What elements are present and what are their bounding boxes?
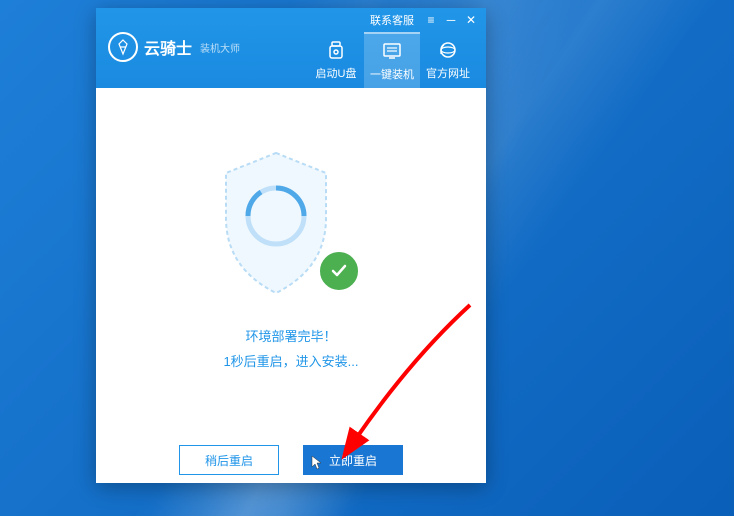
contact-support-link[interactable]: 联系客服 [370, 12, 414, 28]
nav-tabs: 启动U盘 一键装机 官方网址 [308, 32, 476, 88]
menu-icon[interactable]: ≡ [424, 13, 438, 27]
tab-label: 启动U盘 [316, 65, 357, 81]
mouse-cursor-icon [311, 455, 323, 474]
ie-icon [437, 39, 459, 61]
restart-now-button[interactable]: 立即重启 [303, 445, 403, 475]
tab-label: 官方网址 [426, 65, 470, 81]
app-window: 联系客服 ≡ ─ ✕ 云骑士 装机大师 启动U盘 一键装机 [96, 8, 486, 483]
status-message: 环境部署完毕！ [245, 326, 336, 345]
app-subtitle: 装机大师 [200, 40, 240, 55]
app-logo: 云骑士 装机大师 [108, 32, 240, 62]
content-area: 环境部署完毕！ 1秒后重启，进入安装... 稍后重启 立即重启 [96, 88, 486, 483]
tab-one-click-install[interactable]: 一键装机 [364, 32, 420, 88]
tab-label: 一键装机 [370, 66, 414, 82]
install-icon [381, 40, 403, 62]
button-label: 立即重启 [329, 452, 377, 469]
tab-boot-usb[interactable]: 启动U盘 [308, 32, 364, 88]
action-buttons: 稍后重启 立即重启 [179, 445, 403, 475]
logo-icon [108, 32, 138, 62]
minimize-icon[interactable]: ─ [444, 13, 458, 27]
app-title: 云骑士 [144, 35, 192, 59]
shield-graphic [211, 148, 371, 308]
usb-icon [325, 39, 347, 61]
titlebar: 联系客服 ≡ ─ ✕ [362, 8, 486, 32]
tab-official-site[interactable]: 官方网址 [420, 32, 476, 88]
restart-later-button[interactable]: 稍后重启 [179, 445, 279, 475]
success-check-icon [317, 249, 361, 293]
app-header: 联系客服 ≡ ─ ✕ 云骑士 装机大师 启动U盘 一键装机 [96, 8, 486, 88]
close-icon[interactable]: ✕ [464, 13, 478, 27]
countdown-message: 1秒后重启，进入安装... [223, 351, 358, 370]
